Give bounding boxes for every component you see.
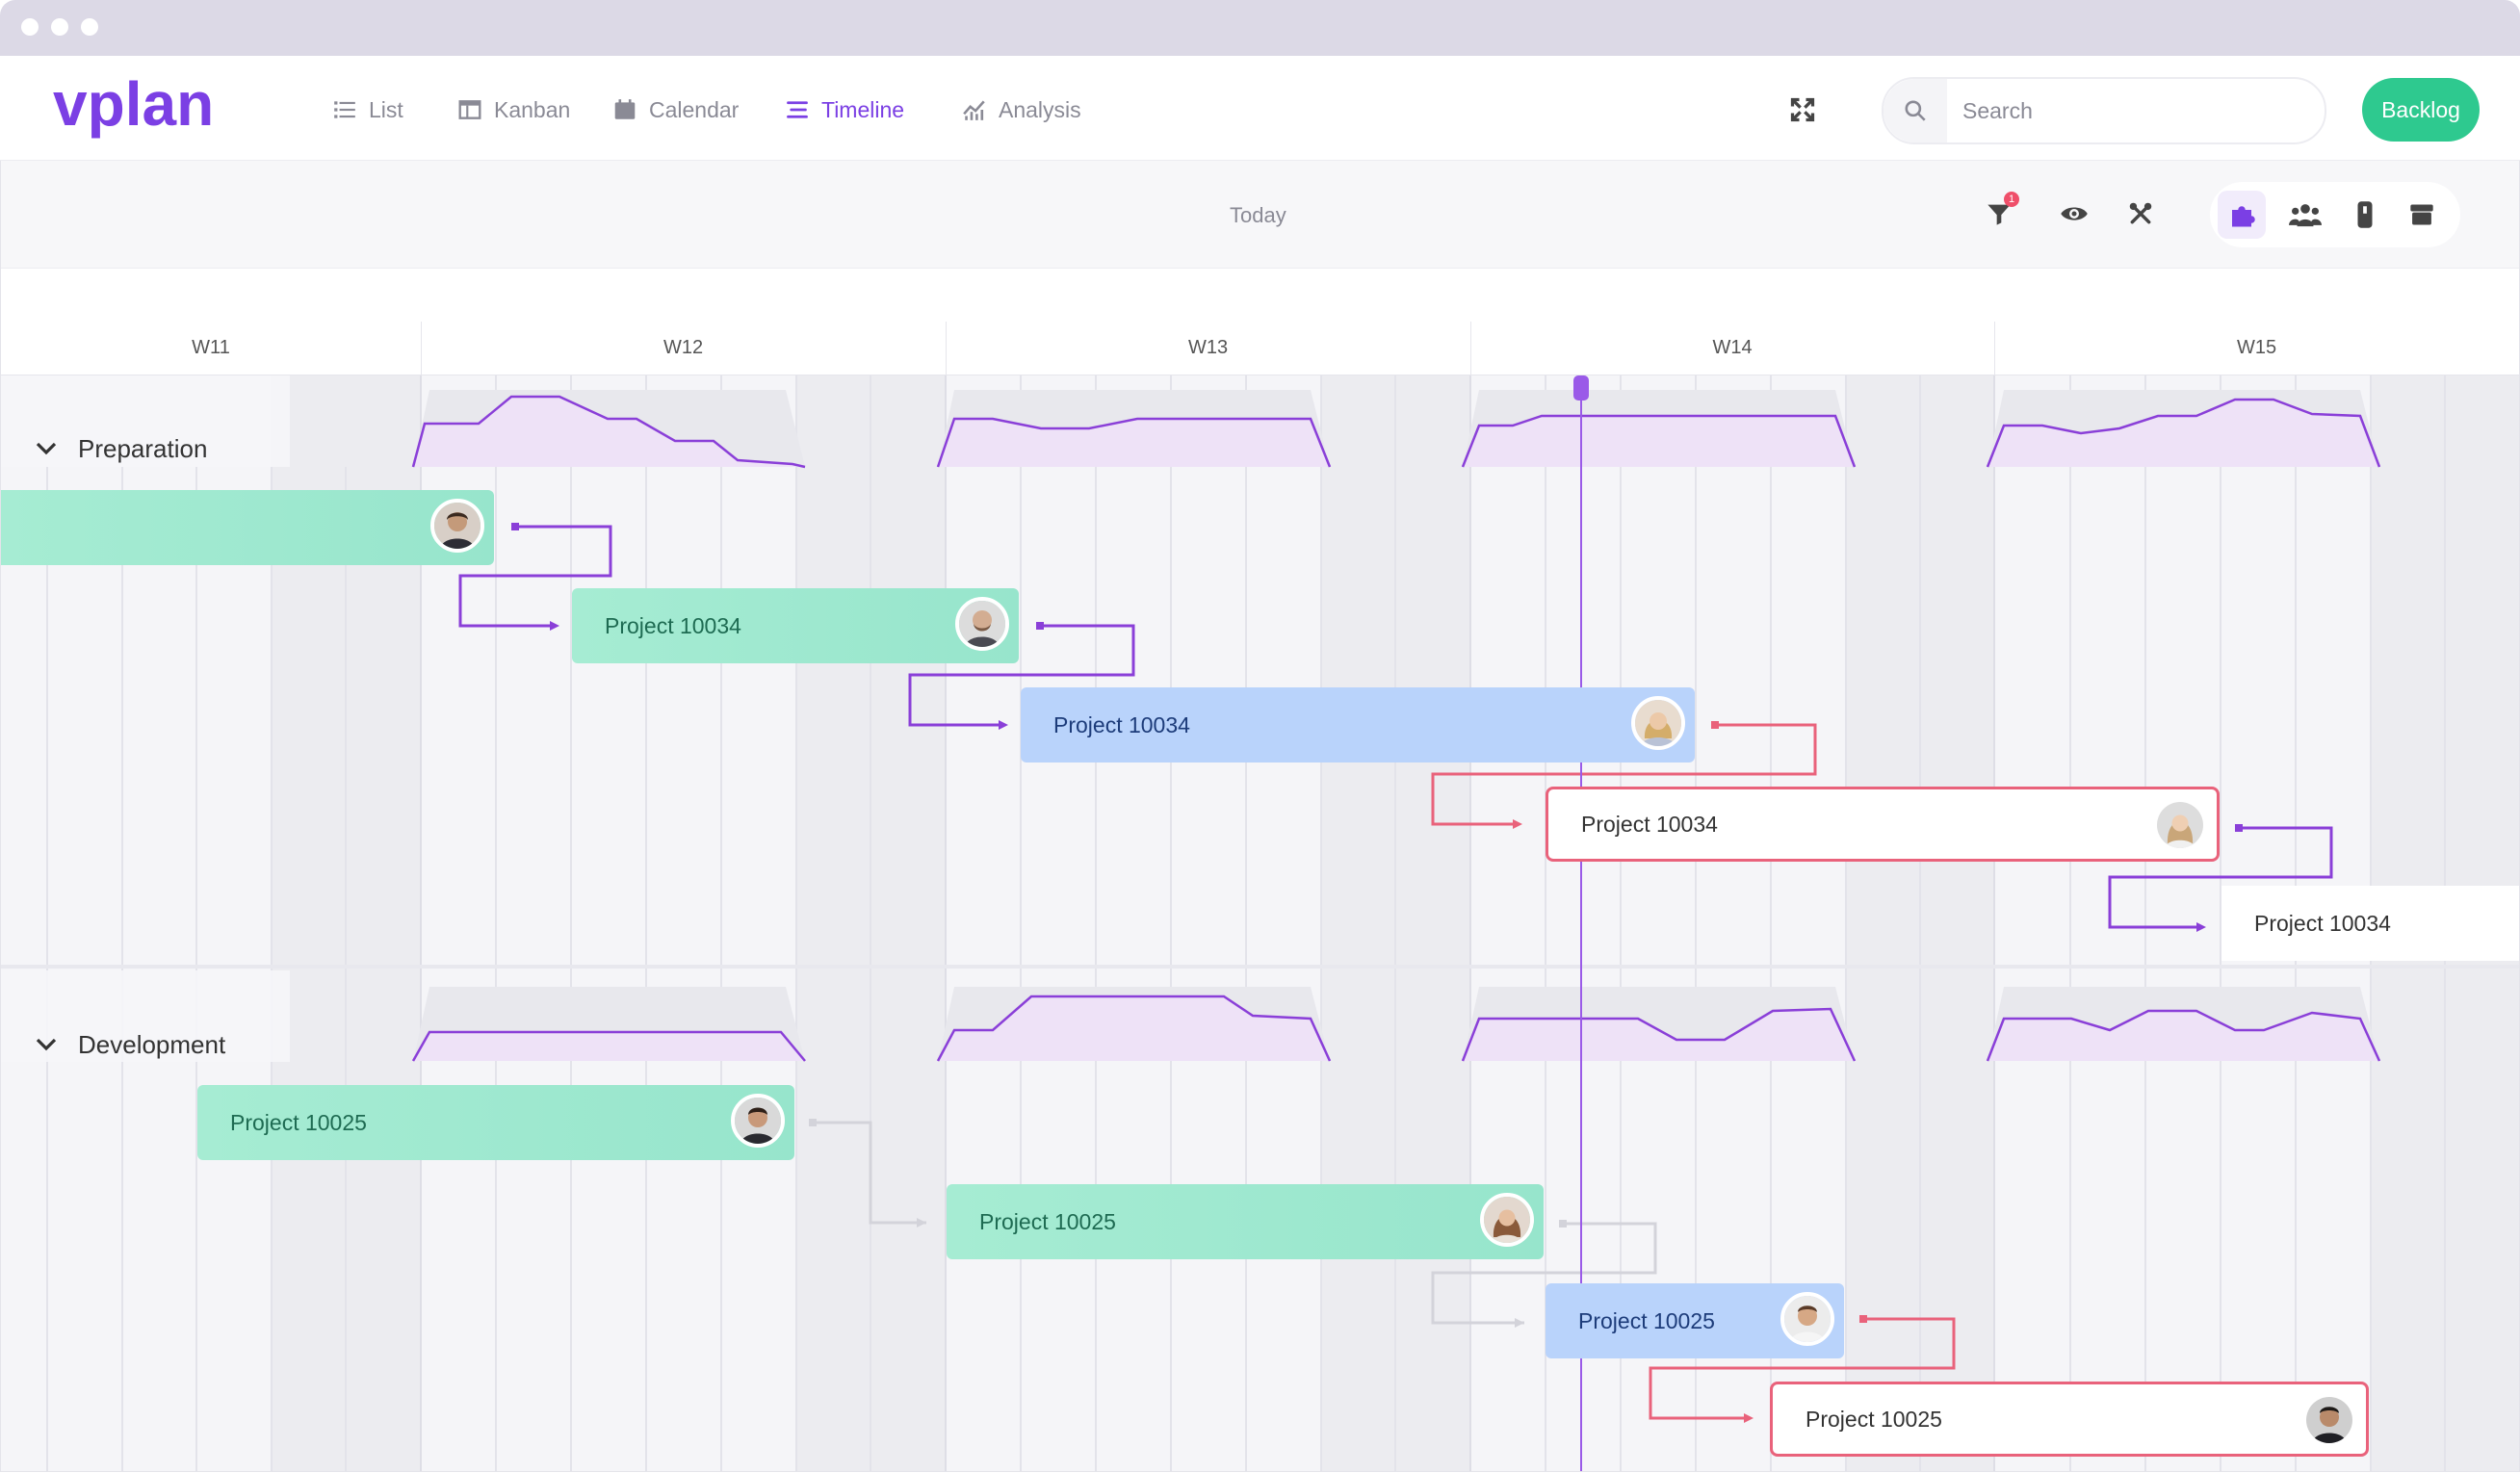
avatar[interactable]	[2302, 1393, 2356, 1447]
tools-icon	[2129, 202, 2152, 224]
week-label: W12	[421, 322, 947, 375]
task-bar-label: Project 10025	[979, 1208, 1116, 1234]
task-bar[interactable]: Project 10025	[197, 1085, 794, 1160]
task-bar-label: Project 10025	[1578, 1307, 1715, 1333]
timeline-toolbar: Today 1	[1, 161, 2519, 269]
avatar[interactable]	[2153, 798, 2207, 852]
avatar[interactable]	[1631, 696, 1685, 750]
search-icon-box[interactable]	[1884, 79, 1947, 142]
task-bar[interactable]: Project 10025	[1546, 1283, 1844, 1358]
task-bar-label: Project 10034	[1581, 811, 1718, 837]
search-icon	[1905, 100, 1926, 121]
search-box	[1882, 77, 2326, 144]
window-titlebar	[0, 0, 2520, 56]
calendar-icon	[614, 99, 636, 119]
nav-kanban-label: Kanban	[494, 96, 571, 122]
task-bar[interactable]: Project 10025	[947, 1184, 1544, 1259]
window-minimize-dot[interactable]	[51, 18, 68, 36]
week-label: W11	[1, 322, 422, 375]
team-icon[interactable]	[2289, 200, 2322, 229]
list-icon	[334, 101, 355, 118]
timeline-grid: Preparation Development Project 10034 Pr…	[1, 375, 2519, 1471]
nav-analysis[interactable]: Analysis	[962, 90, 1081, 129]
device-icon[interactable]	[2354, 200, 2376, 229]
task-bar[interactable]: Project 10034	[2221, 886, 2519, 961]
week-label: W13	[946, 322, 1471, 375]
group-title: Development	[78, 1029, 226, 1059]
week-header: W11 W12 W13 W14 W15	[1, 322, 2519, 375]
task-bar-label: Project 10034	[2254, 910, 2391, 936]
nav-kanban[interactable]: Kanban	[457, 90, 570, 129]
group-title: Preparation	[78, 433, 208, 463]
eye-icon	[2061, 207, 2088, 220]
task-bar[interactable]: Project 10034	[1546, 787, 2220, 862]
avatar[interactable]	[1780, 1292, 1834, 1346]
archive-icon[interactable]	[2408, 201, 2435, 228]
filter-badge: 1	[2004, 192, 2019, 207]
nav-calendar[interactable]: Calendar	[612, 90, 739, 129]
group-header-preparation[interactable]: Preparation	[1, 420, 207, 478]
timeline-spacer-row	[1, 269, 2519, 323]
chevron-down-icon[interactable]	[22, 429, 70, 468]
nav-list-label: List	[369, 96, 403, 122]
view-mode-switcher	[2210, 182, 2460, 247]
svg-text:vplan: vplan	[53, 73, 214, 139]
timeline-icon	[787, 101, 808, 118]
filter-button[interactable]: 1	[1981, 192, 2019, 232]
search-input[interactable]	[1961, 92, 2311, 129]
nav-analysis-label: Analysis	[999, 96, 1081, 122]
nav-timeline[interactable]: Timeline	[785, 90, 904, 129]
week-label: W15	[2236, 337, 2277, 358]
puzzle-icon[interactable]	[2227, 200, 2256, 229]
vplan-logo[interactable]: vplan	[53, 73, 246, 141]
avatar[interactable]	[955, 597, 1009, 651]
task-bar-label: Project 10034	[605, 612, 741, 638]
kanban-icon	[458, 100, 481, 119]
window-zoom-dot[interactable]	[81, 18, 98, 36]
task-bar[interactable]: Project 10034	[1021, 687, 1695, 762]
nav-timeline-label: Timeline	[821, 96, 905, 122]
visibility-button[interactable]	[2056, 195, 2092, 232]
task-bar-label: Project 10034	[1053, 711, 1190, 737]
task-bar[interactable]: Project 10034	[572, 588, 1019, 663]
task-bar[interactable]: Project 10025	[1770, 1382, 2369, 1457]
week-label: W14	[1470, 322, 1995, 375]
chevron-down-icon[interactable]	[22, 1025, 70, 1064]
avatar[interactable]	[1480, 1193, 1534, 1247]
task-bar-label: Project 10025	[230, 1109, 367, 1135]
group-header-development[interactable]: Development	[1, 1016, 225, 1073]
avatar[interactable]	[731, 1094, 785, 1148]
capacity-chart	[411, 390, 806, 469]
avatar[interactable]	[430, 499, 484, 553]
tools-button[interactable]	[2122, 195, 2159, 232]
nav-calendar-label: Calendar	[649, 96, 740, 122]
window-close-dot[interactable]	[21, 18, 39, 36]
fullscreen-icon[interactable]	[1789, 96, 1816, 123]
analysis-icon	[963, 100, 985, 120]
backlog-button[interactable]: Backlog	[2362, 78, 2480, 142]
nav-list[interactable]: List	[332, 90, 403, 129]
task-bar[interactable]	[1, 490, 494, 565]
task-bar-label: Project 10025	[1806, 1406, 1942, 1432]
today-button[interactable]: Today	[1230, 203, 1286, 228]
